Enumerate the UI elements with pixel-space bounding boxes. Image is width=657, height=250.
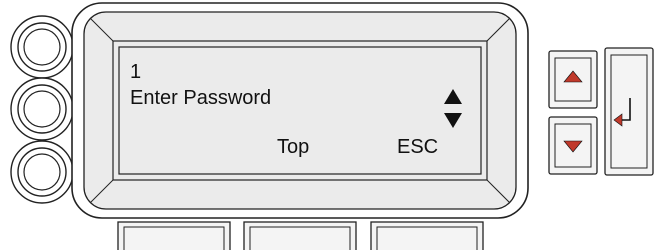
lcd-line-2: Enter Password <box>130 87 272 109</box>
softkey-label-esc: ESC <box>397 136 439 158</box>
knob-top[interactable] <box>10 15 74 79</box>
softkey-2[interactable] <box>243 221 357 250</box>
softkey-label-top: Top <box>277 136 310 158</box>
knob-bottom[interactable] <box>10 140 74 204</box>
softkey-1[interactable] <box>117 221 231 250</box>
device-panel <box>10 2 654 250</box>
knob-middle[interactable] <box>10 77 74 141</box>
lcd-line-1: 1 <box>130 61 142 83</box>
softkey-3[interactable] <box>370 221 484 250</box>
up-arrow-button[interactable] <box>548 50 598 109</box>
down-arrow-button[interactable] <box>548 116 598 175</box>
enter-button[interactable] <box>604 47 654 176</box>
